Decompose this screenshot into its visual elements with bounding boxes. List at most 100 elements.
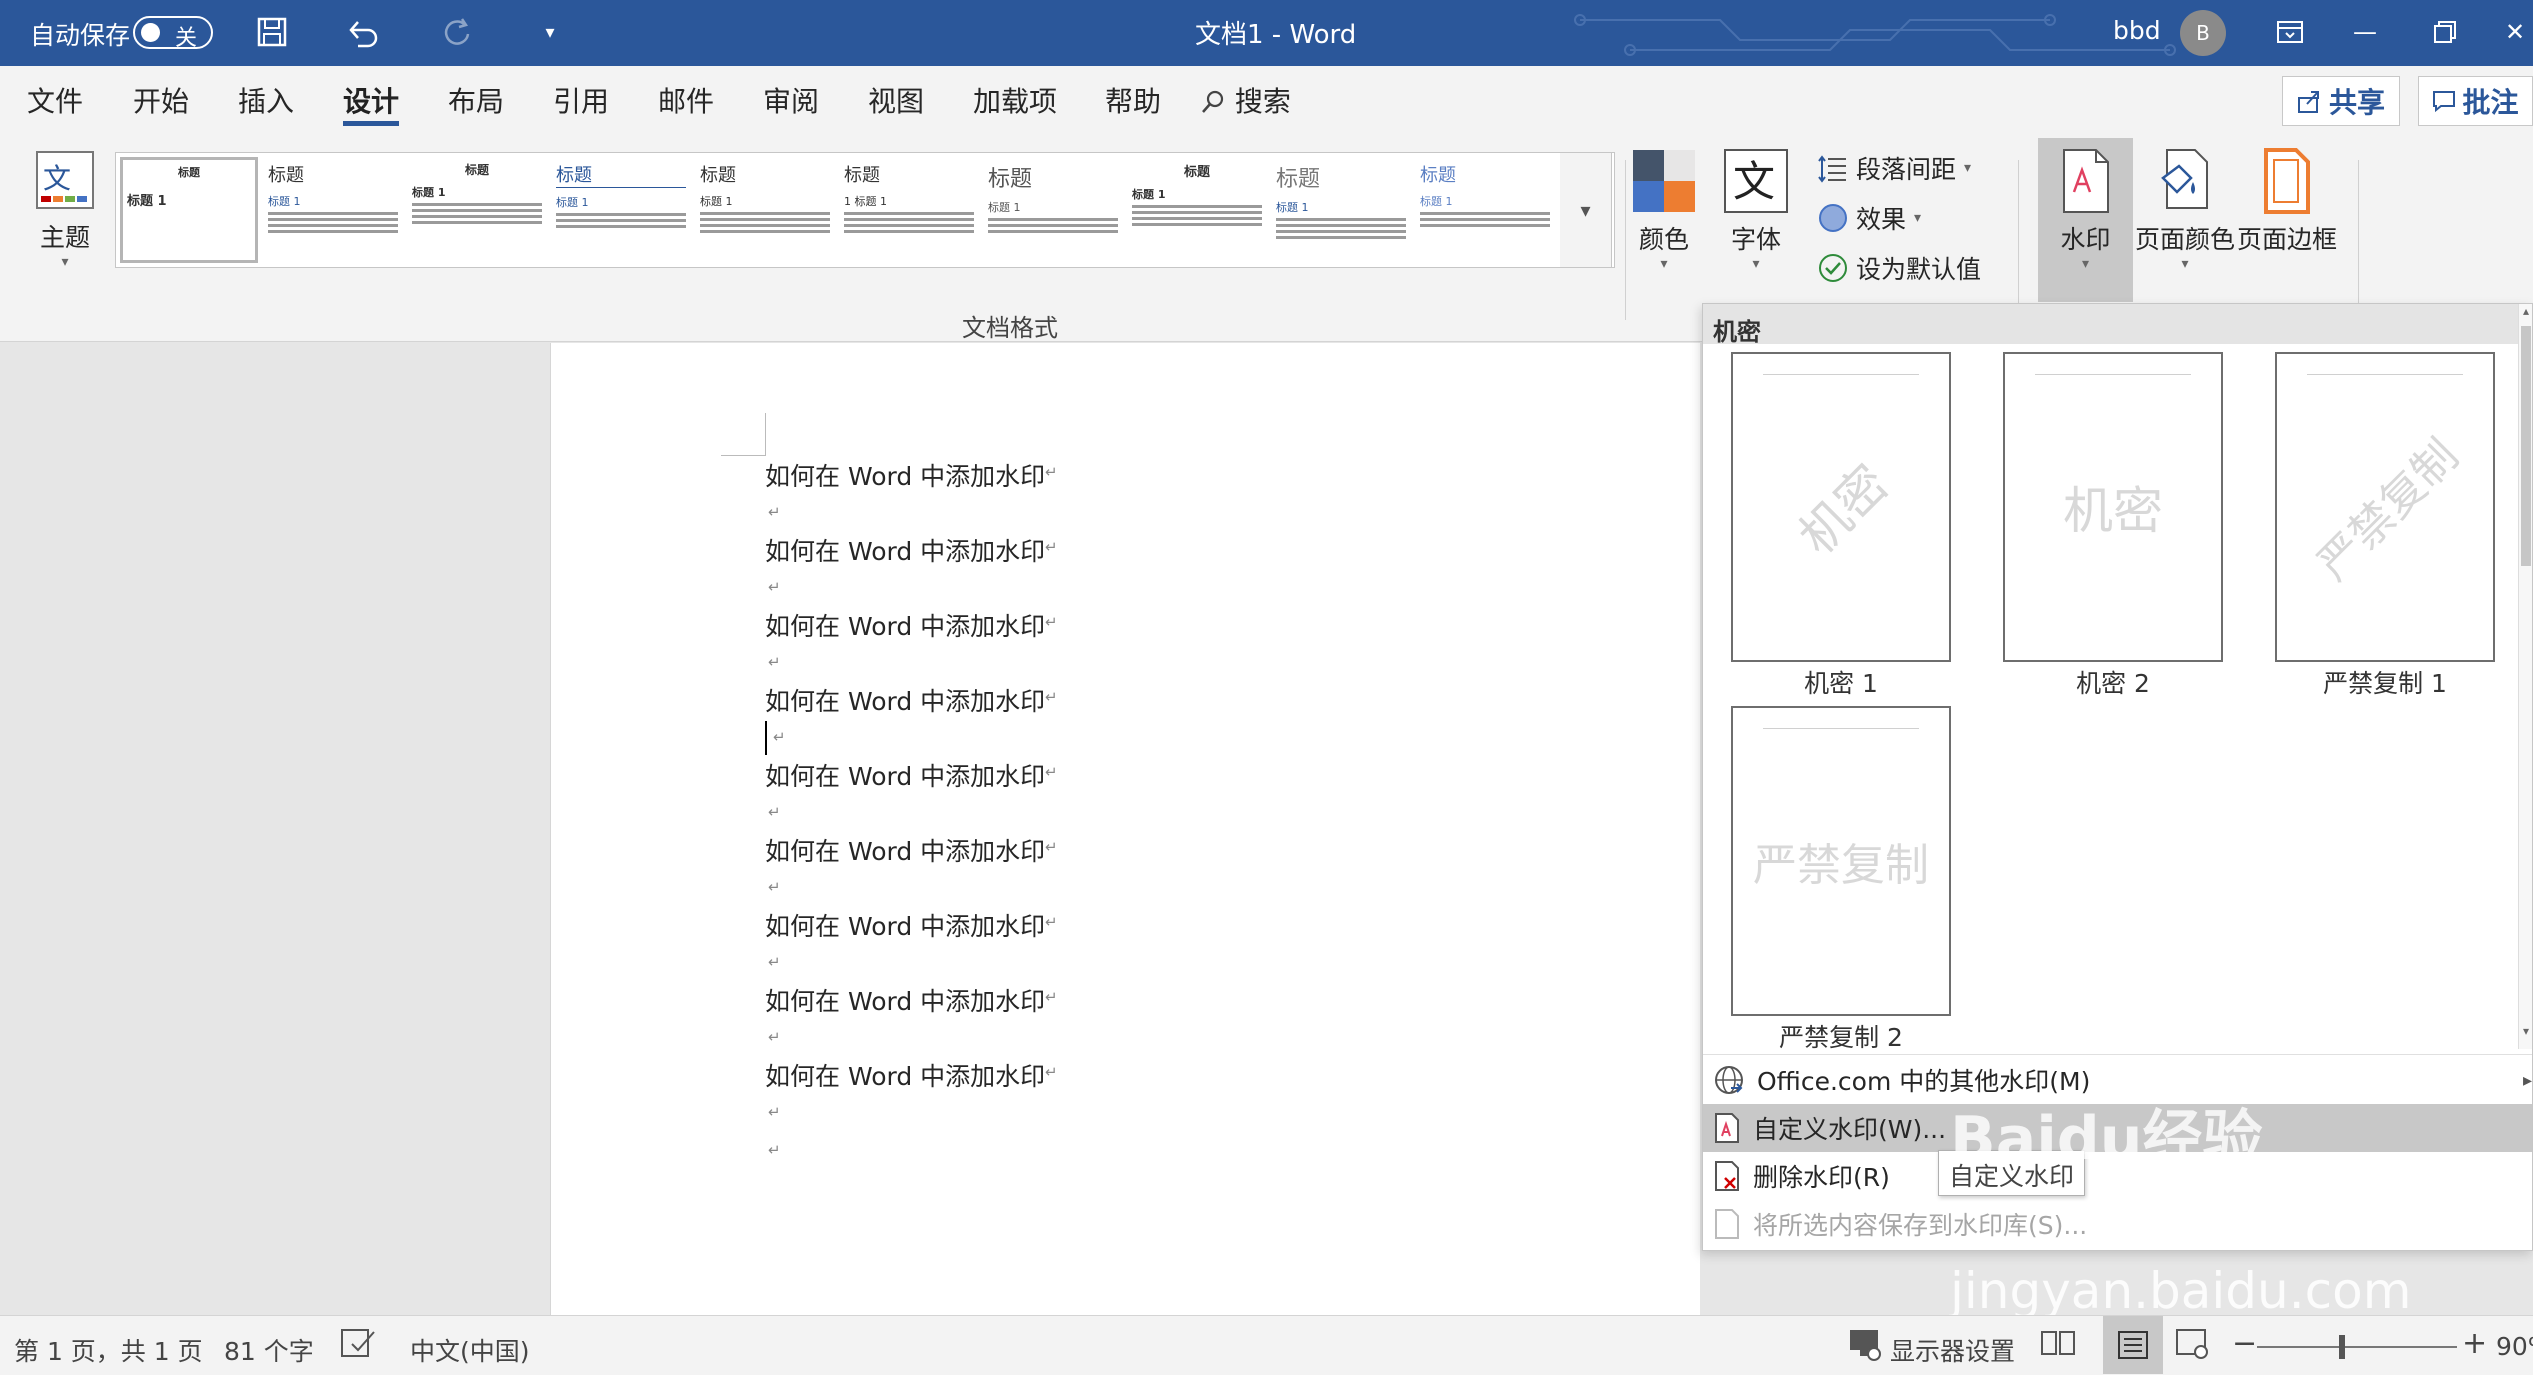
tab-addins[interactable]: 加载项	[973, 80, 1057, 126]
autosave-state: 关	[175, 26, 198, 51]
document-line[interactable]: 如何在 Word 中添加水印	[765, 607, 1045, 643]
tab-home[interactable]: 开始	[133, 80, 189, 126]
redo-icon[interactable]	[438, 12, 478, 52]
watermark-button[interactable]: 水印 ▾	[2038, 148, 2133, 272]
autosave-toggle[interactable]: 关	[133, 16, 213, 51]
user-name[interactable]: bbd	[2113, 16, 2161, 45]
tab-layout[interactable]: 布局	[448, 80, 504, 126]
margin-crop-mark	[721, 413, 766, 456]
document-line[interactable]: 如何在 Word 中添加水印	[765, 832, 1045, 868]
style-preview-lines	[1276, 218, 1406, 239]
style-set-2[interactable]: 标题 标题 1	[408, 157, 546, 263]
zoom-slider-thumb[interactable]	[2339, 1335, 2345, 1359]
avatar[interactable]: B	[2180, 10, 2226, 56]
document-line[interactable]: 如何在 Word 中添加水印	[765, 757, 1045, 793]
style-set-5[interactable]: 标题 1 标题 1	[840, 157, 978, 263]
tab-help[interactable]: 帮助	[1105, 80, 1161, 126]
chevron-down-icon: ▾	[2081, 256, 2090, 272]
close-icon[interactable]: ✕	[2495, 12, 2533, 52]
comments-button[interactable]: 批注	[2418, 76, 2533, 126]
style-set-0[interactable]: 标题 标题 1	[120, 157, 258, 263]
read-mode-icon[interactable]	[2040, 1328, 2076, 1364]
style-set-3[interactable]: 标题 标题 1	[552, 157, 690, 263]
zoom-level[interactable]: 90%	[2496, 1332, 2533, 1361]
proofing-icon[interactable]	[340, 1328, 378, 1366]
ribbon-display-options-icon[interactable]	[2270, 12, 2310, 52]
document-line[interactable]: 如何在 Word 中添加水印	[765, 907, 1045, 943]
watermark-confidential-2[interactable]: 机密 机密 2	[2003, 352, 2223, 700]
style-set-4[interactable]: 标题 标题 1	[696, 157, 834, 263]
watermark-preview: 严禁复制	[1731, 706, 1951, 1016]
document-line[interactable]: 如何在 Word 中添加水印	[765, 532, 1045, 568]
search-box[interactable]: 搜索	[1200, 80, 1291, 126]
tab-mailings[interactable]: 邮件	[658, 80, 714, 126]
custom-watermark-icon	[1715, 1113, 1739, 1143]
watermark-do-not-copy-2[interactable]: 严禁复制 严禁复制 2	[1731, 706, 1951, 1054]
paragraph-mark: ↵	[1045, 988, 1058, 1006]
paragraph-spacing-button[interactable]: 段落间距 ▾	[1818, 150, 1971, 186]
dropdown-scrollbar[interactable]: ▴ ▾	[2518, 304, 2532, 1049]
scroll-up-icon[interactable]: ▴	[2519, 304, 2533, 326]
page-color-button[interactable]: 页面颜色 ▾	[2135, 148, 2235, 272]
style-title: 标题	[1276, 167, 1321, 192]
themes-icon: 文	[36, 151, 94, 209]
fonts-button[interactable]: 文 字体 ▾	[1720, 148, 1792, 272]
minimize-icon[interactable]: —	[2345, 12, 2385, 52]
gallery-more-button[interactable]: ▾	[1560, 152, 1612, 268]
web-layout-icon[interactable]	[2175, 1328, 2211, 1366]
style-heading: 标题 1	[700, 195, 733, 208]
document-line[interactable]: 如何在 Word 中添加水印	[765, 982, 1045, 1018]
page-count[interactable]: 第 1 页，共 1 页	[14, 1332, 203, 1368]
document-page[interactable]: 如何在 Word 中添加水印 ↵ ↵ 如何在 Word 中添加水印 ↵ ↵ 如何…	[550, 343, 1700, 1315]
scroll-down-icon[interactable]: ▾	[2519, 1024, 2533, 1046]
zoom-in-icon[interactable]: +	[2462, 1326, 2487, 1361]
chevron-down-icon: ▾	[1580, 198, 1591, 222]
tab-review[interactable]: 审阅	[763, 80, 819, 126]
tab-design[interactable]: 设计	[343, 80, 400, 126]
document-line[interactable]: 如何在 Word 中添加水印	[765, 1057, 1045, 1093]
restore-icon[interactable]	[2425, 12, 2465, 52]
tab-insert[interactable]: 插入	[238, 80, 294, 126]
paragraph-mark: ↵	[1045, 538, 1058, 556]
style-set-6[interactable]: 标题 标题 1	[984, 157, 1122, 263]
display-settings-label[interactable]: 显示器设置	[1890, 1332, 2015, 1368]
save-icon[interactable]	[252, 12, 292, 52]
style-set-8[interactable]: 标题 标题 1	[1272, 157, 1410, 263]
watermark-do-not-copy-1[interactable]: 严禁复制 严禁复制 1	[2275, 352, 2495, 700]
customize-toolbar-icon[interactable]: ▾	[530, 12, 570, 52]
title-bar: 自动保存 关 ▾ 文档1 - Word bbd B — ✕	[0, 0, 2533, 66]
fonts-label: 字体	[1730, 225, 1781, 254]
page-borders-button[interactable]: 页面边框	[2237, 148, 2337, 256]
style-set-1[interactable]: 标题 标题 1	[264, 157, 402, 263]
zoom-slider-track[interactable]	[2257, 1346, 2457, 1348]
save-to-watermark-gallery-item[interactable]: 将所选内容保存到水印库(S)...	[1703, 1200, 2532, 1248]
document-line[interactable]: 如何在 Word 中添加水印	[765, 682, 1045, 718]
display-settings-icon[interactable]	[1848, 1328, 1884, 1368]
themes-button[interactable]: 文 主题 ▾	[30, 148, 100, 270]
tab-file[interactable]: 文件	[27, 80, 83, 126]
search-label: 搜索	[1234, 85, 1291, 118]
print-layout-view-button[interactable]	[2103, 1316, 2163, 1374]
style-heading: 标题 1	[1132, 188, 1166, 201]
watermark-preview-text: 严禁复制	[2307, 429, 2469, 591]
colors-button[interactable]: 颜色 ▾	[1628, 148, 1700, 272]
share-button[interactable]: 共享	[2282, 76, 2400, 126]
paragraph-mark: ↵	[1045, 463, 1058, 481]
scroll-thumb[interactable]	[2521, 326, 2531, 566]
text-cursor	[765, 721, 767, 755]
style-title: 标题	[464, 163, 489, 177]
effects-button[interactable]: 效果 ▾	[1818, 200, 1921, 236]
zoom-out-icon[interactable]: −	[2232, 1326, 2257, 1361]
style-heading: 标题 1	[1420, 195, 1453, 208]
set-as-default-button[interactable]: 设为默认值	[1818, 250, 1981, 286]
language[interactable]: 中文(中国)	[410, 1332, 530, 1368]
word-count[interactable]: 81 个字	[224, 1332, 314, 1368]
style-set-9[interactable]: 标题 标题 1	[1416, 157, 1554, 263]
tab-view[interactable]: 视图	[868, 80, 924, 126]
page-color-icon	[2161, 149, 2208, 209]
undo-icon[interactable]	[343, 12, 383, 52]
watermark-confidential-1[interactable]: 机密 机密 1	[1731, 352, 1951, 700]
tab-references[interactable]: 引用	[553, 80, 609, 126]
style-set-7[interactable]: 标题 标题 1	[1128, 157, 1266, 263]
document-line[interactable]: 如何在 Word 中添加水印	[765, 457, 1045, 493]
